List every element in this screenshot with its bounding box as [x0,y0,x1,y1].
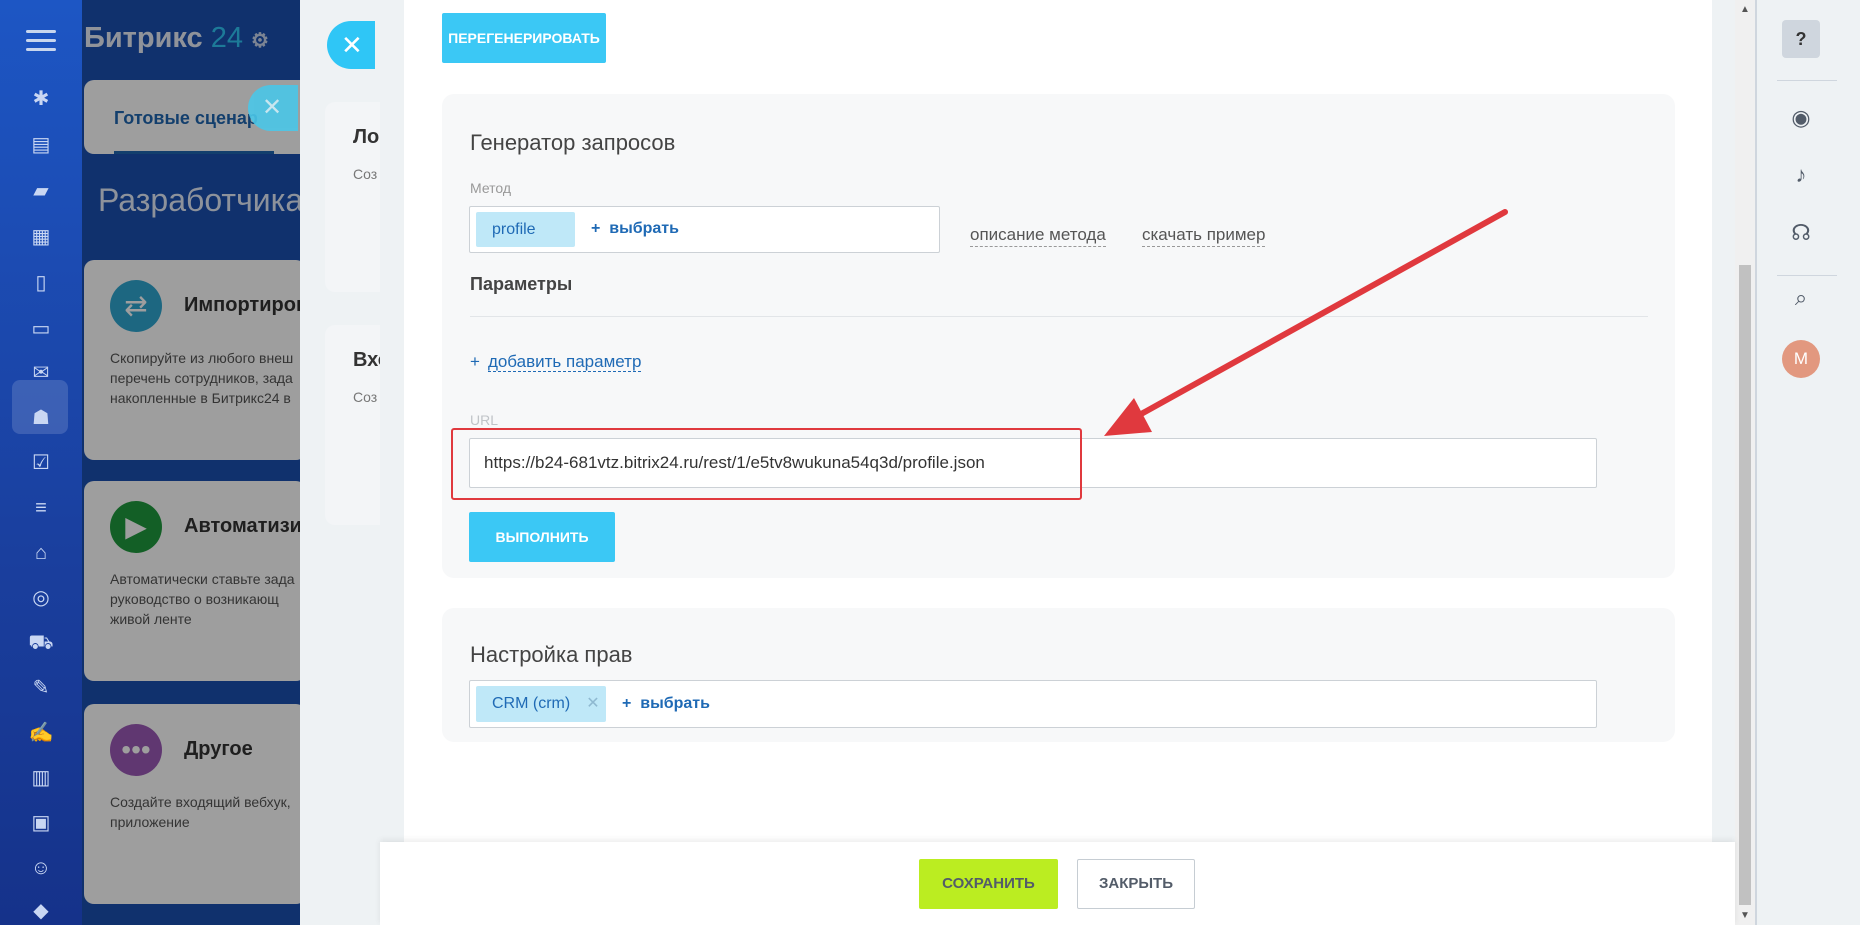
webhook-slider: ПЕРЕГЕНЕРИРОВАТЬ Генератор запросов Мето… [380,0,1735,925]
method-tag: profile [476,212,575,247]
widget-icon[interactable]: ◉ [1783,100,1819,136]
box-icon[interactable]: ◆ [28,898,54,924]
close-icon: ✕ [341,30,363,60]
scroll-up-icon[interactable]: ▲ [1740,4,1750,15]
url-highlight-box [451,428,1082,500]
save-button[interactable]: СОХРАНИТЬ [919,859,1058,909]
robot-icon[interactable]: ☺ [28,855,54,881]
chat-icon[interactable]: ▰ [28,178,54,204]
rights-section: Настройка прав CRM (crm) ✕ + выбрать [442,608,1675,742]
analytics-icon[interactable]: ▥ [28,765,54,791]
activity-icon[interactable]: ✱ [28,86,54,112]
rights-title: Настройка прав [470,642,633,667]
edit-icon[interactable]: ✎ [28,675,54,701]
scope-selector[interactable]: CRM (crm) ✕ + выбрать [469,680,1597,728]
method-select-link[interactable]: + выбрать [591,220,679,238]
download-example-link[interactable]: скачать пример [1142,225,1266,247]
drive-icon[interactable]: ▭ [28,316,54,342]
close-button[interactable]: ЗАКРЫТЬ [1077,859,1195,909]
tasks-icon[interactable]: ☑ [28,450,54,476]
request-generator-section: Генератор запросов Метод profile + выбра… [442,94,1675,578]
bell-icon[interactable]: ♪ [1783,157,1819,193]
outer-close-button[interactable]: ✕ [248,85,298,131]
mail-icon[interactable]: ✉ [28,360,54,386]
calendar-icon[interactable]: ▦ [28,224,54,250]
method-selector[interactable]: profile + выбрать [469,206,940,253]
scroll-down-icon[interactable]: ▼ [1740,910,1750,921]
document-icon[interactable]: ▯ [28,270,54,296]
slider-content: ПЕРЕГЕНЕРИРОВАТЬ Генератор запросов Мето… [404,0,1712,842]
group-icon[interactable]: ☗ [28,405,54,431]
search-icon[interactable]: ⌕ [1783,280,1819,316]
regenerate-button[interactable]: ПЕРЕГЕНЕРИРОВАТЬ [442,13,606,63]
contact-card-icon[interactable]: ▣ [28,810,54,836]
remove-tag-icon[interactable]: ✕ [586,695,599,712]
url-label: URL [470,412,499,428]
method-label: Метод [470,180,512,196]
execute-button[interactable]: ВЫПОЛНИТЬ [469,512,615,562]
slider-footer: СОХРАНИТЬ ЗАКРЫТЬ [380,842,1735,925]
company-icon[interactable]: ⌂ [28,540,54,566]
params-divider [470,316,1648,317]
method-description-link[interactable]: описание метода [970,225,1106,247]
filter-icon[interactable]: ≡ [28,495,54,521]
help-icon[interactable]: ? [1782,20,1820,58]
menu-icon[interactable] [26,30,56,52]
left-nav: ✱ ▤ ▰ ▦ ▯ ▭ ✉ ☗ ☑ ≡ ⌂ ◎ ⛟ ✎ ✍ ▥ ▣ ☺ ◆ [0,0,82,925]
chat-bubble-icon[interactable]: ☊ [1783,215,1819,251]
slider-close-button[interactable]: ✕ [327,21,375,69]
add-parameter-link[interactable]: + добавить параметр [470,352,642,372]
section-title: Генератор запросов [470,130,676,155]
target-icon[interactable]: ◎ [28,585,54,611]
close-icon: ✕ [262,94,283,121]
scope-select-link[interactable]: + выбрать [622,695,710,713]
scope-tag: CRM (crm) ✕ [476,686,606,722]
sign-icon[interactable]: ✍ [28,720,54,746]
outer-slider: Ло Соз Вхо Соз [300,0,405,925]
avatar[interactable]: M [1782,340,1820,378]
cart-icon[interactable]: ⛟ [28,630,54,656]
feed-icon[interactable]: ▤ [28,132,54,158]
slider-scrollbar[interactable]: ▲ ▼ [1735,0,1755,925]
scroll-thumb[interactable] [1739,265,1751,905]
right-panel: ? ◉ ♪ ☊ ⌕ M [1755,0,1860,925]
params-title: Параметры [470,274,573,294]
